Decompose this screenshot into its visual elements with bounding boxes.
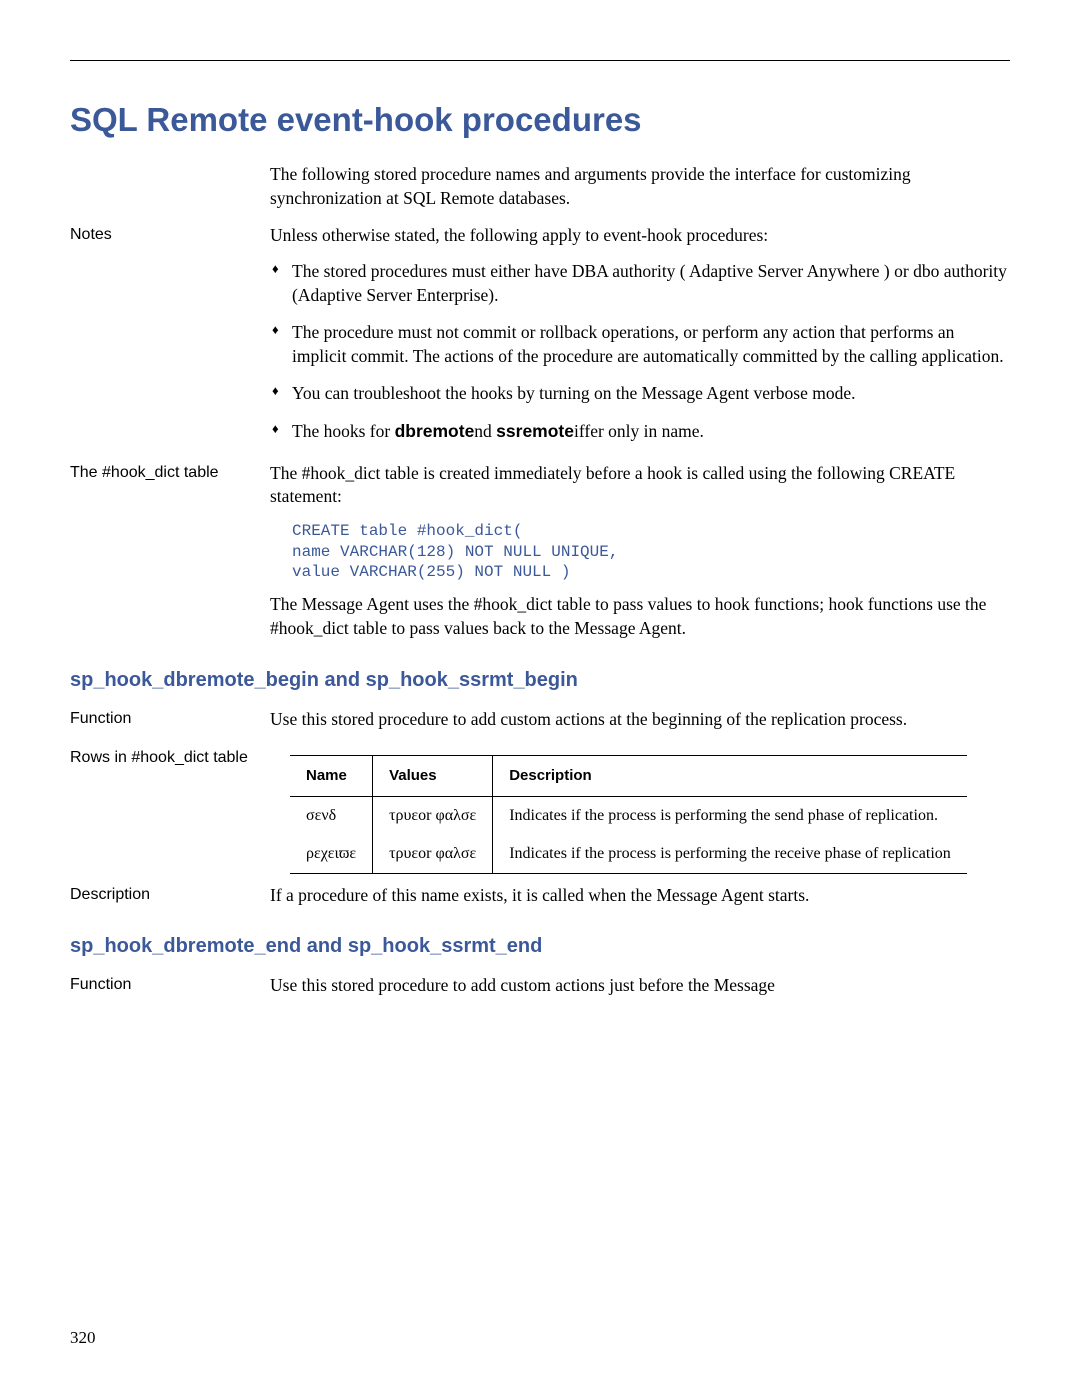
page-title: SQL Remote event-hook procedures [70,101,1010,139]
sub2-function-text: Use this stored procedure to add custom … [270,974,1010,998]
th-name: Name [290,756,373,797]
notes-body: Unless otherwise stated, the following a… [270,224,1010,457]
sub1-function-row: Function Use this stored procedure to ad… [70,708,1010,744]
subsection-2-title: sp_hook_dbremote_end and sp_hook_ssrmt_e… [70,935,1010,958]
hook-dict-code: CREATE table #hook_dict( name VARCHAR(12… [292,521,1010,583]
sub1-rows-body: Name Values Description σενδ τρυεor φαλσ… [270,747,1010,873]
hook-dict-label: The #hook_dict table [70,462,270,653]
hook-dict-body: The #hook_dict table is created immediat… [270,462,1010,653]
td-name-1: ρεχειϖε [290,835,373,873]
sub2-function-label: Function [70,974,270,1010]
bullet4-mid: nd [474,421,496,441]
sub1-function-label: Function [70,708,270,744]
sub1-desc-text: If a procedure of this name exists, it i… [270,884,1010,908]
bullet4-bold2: ssremote [496,421,574,441]
bullet4-post: iffer only in name. [574,421,704,441]
hook-dict-table: Name Values Description σενδ τρυεor φαλσ… [290,755,967,873]
bullet4-pre: The hooks for [292,421,395,441]
table-header-row: Name Values Description [290,756,967,797]
table-row: σενδ τρυεor φαλσε Indicates if the proce… [290,797,967,835]
sub1-rows-label: Rows in #hook_dict table [70,747,270,873]
intro-paragraph: The following stored procedure names and… [270,163,1010,210]
sub1-desc-label: Description [70,884,270,920]
notes-bullet-4: The hooks for dbremotend ssremoteiffer o… [270,420,1010,444]
bullet4-bold1: dbremote [395,421,475,441]
hook-dict-para1: The #hook_dict table is created immediat… [270,462,1010,509]
notes-bullet-2: The procedure must not commit or rollbac… [270,321,1010,368]
td-values-0: τρυεor φαλσε [373,797,493,835]
td-desc-1: Indicates if the process is performing t… [493,835,967,873]
page-number: 320 [70,1328,96,1348]
table-row: ρεχειϖε τρυεor φαλσε Indicates if the pr… [290,835,967,873]
td-desc-0: Indicates if the process is performing t… [493,797,967,835]
hook-dict-para2: The Message Agent uses the #hook_dict ta… [270,593,1010,640]
sub1-desc-row: Description If a procedure of this name … [70,884,1010,920]
notes-bullet-3: You can troubleshoot the hooks by turnin… [270,382,1010,406]
th-desc: Description [493,756,967,797]
td-values-1: τρυεor φαλσε [373,835,493,873]
notes-bullet-1: The stored procedures must either have D… [270,260,1010,307]
sub2-function-row: Function Use this stored procedure to ad… [70,974,1010,1010]
th-values: Values [373,756,493,797]
notes-lead: Unless otherwise stated, the following a… [270,224,1010,248]
hook-dict-section: The #hook_dict table The #hook_dict tabl… [70,462,1010,653]
sub1-rows-row: Rows in #hook_dict table Name Values Des… [70,747,1010,873]
notes-section: Notes Unless otherwise stated, the follo… [70,224,1010,457]
top-rule [70,60,1010,61]
td-name-0: σενδ [290,797,373,835]
subsection-1-title: sp_hook_dbremote_begin and sp_hook_ssrmt… [70,669,1010,692]
sub1-function-text: Use this stored procedure to add custom … [270,708,1010,732]
notes-label: Notes [70,224,270,457]
notes-bullets: The stored procedures must either have D… [270,260,1010,444]
